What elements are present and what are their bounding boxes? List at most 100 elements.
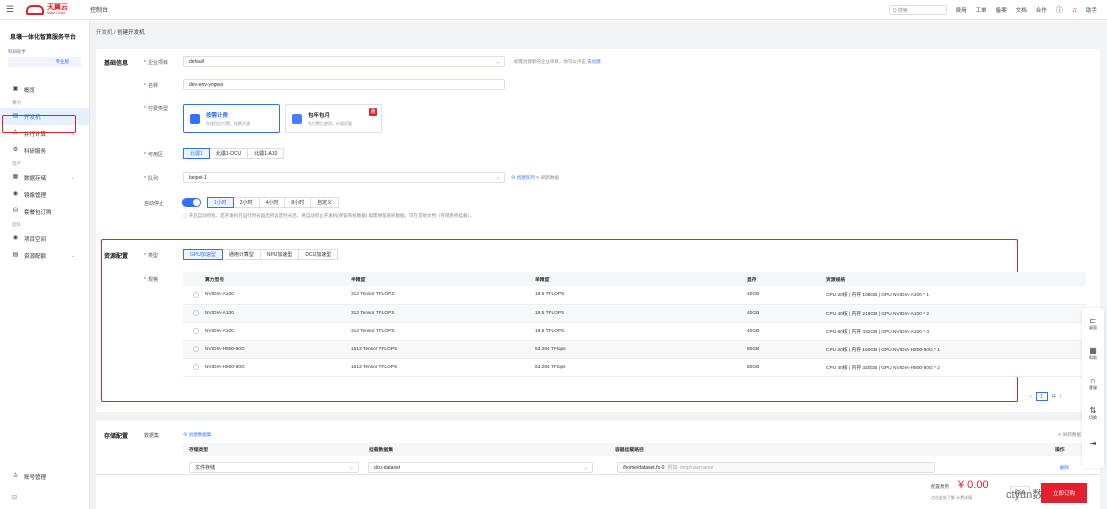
name-label-text: 名称 [147, 83, 158, 89]
enterprise-value: default [189, 58, 205, 65]
billing-on-demand[interactable]: 按需计费 先使用后付费，按需开通 [183, 104, 280, 133]
row-radio[interactable] [193, 327, 199, 334]
autostop-option[interactable]: 1小时 [207, 197, 234, 208]
table-row[interactable]: NVIDIA-A100 312 Tensor TFLOPS 19.5 TFLOP… [183, 304, 1086, 323]
table-row[interactable]: NVIDIA-H800-80G 1513 Tensor TFLOPS 53.28… [183, 358, 1086, 377]
table-header-cell: 容器挂载路径 [615, 443, 1055, 456]
sidebar-item-image[interactable]: ◉ 镜像管理 [0, 186, 89, 203]
page-total: /4 [1051, 393, 1056, 400]
storage-icon: ▦ [12, 174, 19, 180]
page-current[interactable]: 1 [1035, 392, 1048, 401]
billing-title: 按需计费 [206, 112, 229, 119]
collapse-icon[interactable]: ⊟ [12, 494, 17, 501]
tab-npu[interactable]: NPU加速型 [259, 249, 300, 260]
create-enterprise-link[interactable]: 去创建 [587, 59, 601, 64]
float-service[interactable]: ∩ 客服 [1082, 368, 1104, 398]
menu-icon[interactable]: ☰ [0, 4, 20, 15]
table-cell [183, 340, 205, 359]
queue-actions: ⊕ 创建队列 ↻ 刷新数据 [511, 175, 559, 181]
user-menu[interactable]: 助手 [1086, 6, 1097, 14]
mount-path-value: /home/dataset.fs-0 [623, 464, 665, 471]
autostop-option[interactable]: 2小时 [232, 197, 260, 208]
sidebar-item-account[interactable]: ♙ 账号管理 [0, 468, 90, 485]
tab-gpu[interactable]: GPU加速型 [183, 249, 223, 260]
autostop-option[interactable]: 4小时 [258, 197, 286, 208]
autostop-option[interactable]: 自定义 [310, 197, 340, 208]
name-input[interactable]: dev-env-yogwa [183, 79, 505, 90]
bell-icon[interactable]: ♫ [1072, 7, 1077, 14]
top-link-partner[interactable]: 合作 [1036, 6, 1047, 14]
search-input[interactable]: Q 搜索 [888, 5, 947, 15]
enterprise-select[interactable]: default ⌄ [183, 56, 505, 67]
account-icon: ♙ [12, 473, 19, 479]
top-link-docs[interactable]: 文档 [1016, 6, 1027, 14]
row-radio[interactable] [193, 363, 199, 370]
sidebar-item-label: 套餐包订购 [24, 209, 52, 216]
top-link-record[interactable]: 备案 [996, 6, 1007, 14]
resource-type-tabs: GPU加速型 通用计算型 NPU加速型 DCU加速型 [183, 249, 339, 260]
row-radio[interactable] [193, 291, 199, 298]
table-row[interactable]: NVIDIA-A100 312 Tensor TFLOPS 19.5 TFLOP… [183, 322, 1086, 341]
zone-option[interactable]: 北疆1-DCU [208, 148, 249, 159]
create-queue-text: 创建队列 [516, 175, 535, 180]
fee-detail-link[interactable]: 点击此处了解 计费详情 [931, 495, 972, 501]
top-link-fee[interactable]: 费用 [956, 6, 967, 14]
zone-option[interactable]: 北疆1-A10 [247, 148, 285, 159]
refresh-queue-text: 刷新数据 [541, 175, 560, 180]
refresh-dataset-link[interactable]: ↻ 刷新数据 [1058, 432, 1081, 438]
create-queue-link[interactable]: ⊕ 创建队列 [511, 175, 535, 180]
delete-row-link[interactable]: 删除 [1060, 465, 1069, 471]
switch-icon: ⇅ [1089, 405, 1097, 415]
top-link-ticket[interactable]: 工单 [976, 6, 987, 14]
help-icon[interactable]: ⓘ [1056, 5, 1063, 15]
zone-option[interactable]: 北疆1 [183, 148, 210, 159]
autostop-option[interactable]: 8小时 [284, 197, 312, 208]
sidebar-item-project[interactable]: ◉ 项目空间 [0, 230, 89, 247]
spec-table: 算力型号 半精度 单精度 显存 资源规格 NVIDIA-A100 312 Ten… [183, 272, 1086, 377]
sidebar-item-label: 镜像管理 [24, 192, 47, 199]
sidebar-item-label: 账号管理 [24, 474, 47, 481]
nav-group-compute: 算力 [12, 100, 21, 105]
next-page-icon[interactable]: › [1060, 394, 1062, 400]
sidebar-item-quota[interactable]: ▤ 资源配额 ⌄ [0, 247, 89, 264]
workspace-select[interactable]: 专业版 [8, 57, 81, 67]
table-row[interactable]: NVIDIA-H800-80G 1513 Tensor TFLOPS 53.28… [183, 340, 1086, 359]
float-help[interactable]: ▦ 帮助 [1082, 338, 1104, 368]
mount-path-input[interactable]: /home/dataset.fs-0 例如: /tmp/username [617, 462, 935, 473]
row-radio[interactable] [193, 345, 199, 352]
storage-type-select[interactable]: 文件存储 ⌄ [189, 462, 359, 473]
add-dataset-text: 创建数据集 [188, 432, 212, 437]
float-desktop[interactable]: ⊏ 桌面 [1082, 308, 1104, 338]
tab-dcu[interactable]: DCU加速型 [298, 249, 339, 260]
sidebar-item-package[interactable]: ⛁ 套餐包订购 [0, 203, 89, 220]
sidebar-item-research[interactable]: ⚙ 科研服务 [0, 142, 89, 159]
queue-select[interactable]: beipei-1 ⌄ [183, 172, 505, 183]
table-row[interactable]: NVIDIA-A100 312 Tensor TFLOPS 19.5 TFLOP… [183, 286, 1086, 305]
table-cell: 53.284 TFlops [535, 358, 747, 377]
float-switch[interactable]: ⇅ 切换 [1082, 398, 1104, 428]
add-dataset-link[interactable]: ⊕ 创建数据集 [183, 432, 211, 438]
autostop-toggle[interactable] [182, 198, 201, 207]
mount-path-hint: 例如: /tmp/username [667, 465, 714, 471]
float-label: 切换 [1089, 414, 1097, 420]
tab-general[interactable]: 通用计算型 [221, 249, 261, 260]
submit-order-button[interactable]: 立即订购 [1041, 483, 1087, 503]
research-icon: ⚙ [12, 147, 19, 153]
table-header-cell: 存储类型 [183, 443, 369, 456]
billing-monthly[interactable]: 包年包月 先付费后使用，价格优惠 惠 [285, 104, 382, 133]
sidebar-item-storage[interactable]: ▦ 数据存储 ⌄ [0, 169, 89, 186]
table-cell: NVIDIA-A100 [205, 304, 351, 323]
dataset-label: 数据集 [144, 433, 160, 439]
logo[interactable]: 天翼云 State Cloud [26, 4, 68, 15]
quota-icon: ▤ [12, 252, 19, 258]
float-collapse[interactable]: ⇥ [1082, 428, 1104, 458]
console-link[interactable]: 控制台 [90, 5, 108, 14]
refresh-queue-link[interactable]: ↻ 刷新数据 [536, 175, 559, 180]
dataset-select[interactable]: dcu-dataset ⌄ [368, 462, 593, 473]
book-icon: ▦ [1089, 345, 1097, 355]
prev-page-icon[interactable]: ‹ [1030, 394, 1032, 400]
table-cell: CPU 20核 | 内存 160GB | GPU NVIDIA-H800-80G… [826, 340, 1086, 359]
sidebar-item-overview[interactable]: ▣ 概览 [0, 81, 89, 98]
breadcrumb-parent[interactable]: 开发机 [96, 30, 113, 36]
row-radio[interactable] [193, 309, 199, 316]
